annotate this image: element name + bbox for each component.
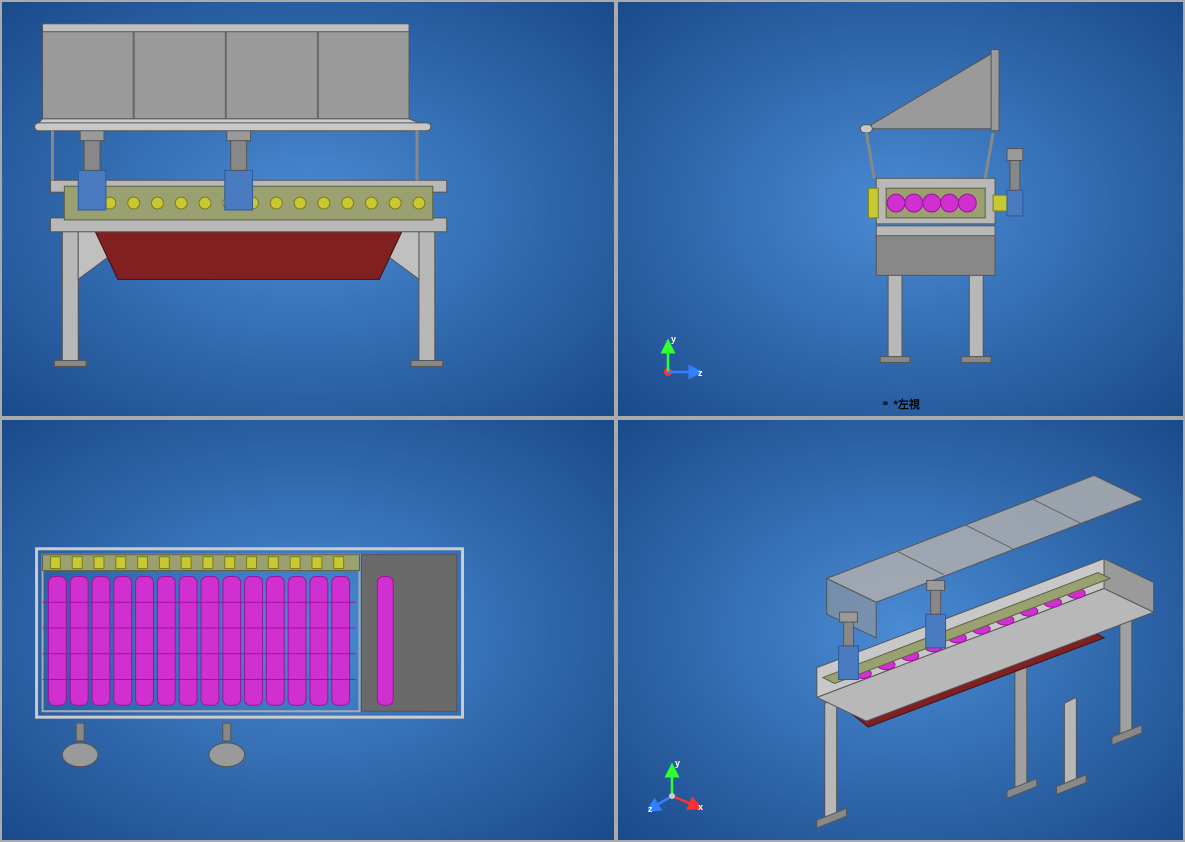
- view-label-text: *左視: [894, 396, 920, 412]
- viewport-front[interactable]: [0, 0, 616, 418]
- cad-viewport-grid: y z ⚭ *左視: [0, 0, 1185, 842]
- axis-label-z: z: [648, 804, 653, 814]
- axis-label-y: y: [671, 334, 676, 344]
- top-view-scene: [2, 420, 614, 840]
- axis-label-z: z: [698, 368, 703, 378]
- triad-left-view: y z: [648, 332, 708, 392]
- axis-label-y: y: [675, 758, 680, 768]
- motor-assembly-1: [78, 129, 106, 210]
- viewport-iso[interactable]: y x z: [616, 418, 1185, 842]
- viewport-top[interactable]: [0, 418, 616, 842]
- triad-iso-view: y x z: [648, 756, 708, 816]
- axis-label-x: x: [698, 802, 703, 812]
- view-label-left: ⚭ *左視: [881, 396, 920, 412]
- front-view-scene: [2, 2, 614, 416]
- motor-assembly-2: [225, 129, 253, 210]
- viewport-left[interactable]: y z ⚭ *左視: [616, 0, 1185, 418]
- link-icon: ⚭: [881, 399, 889, 410]
